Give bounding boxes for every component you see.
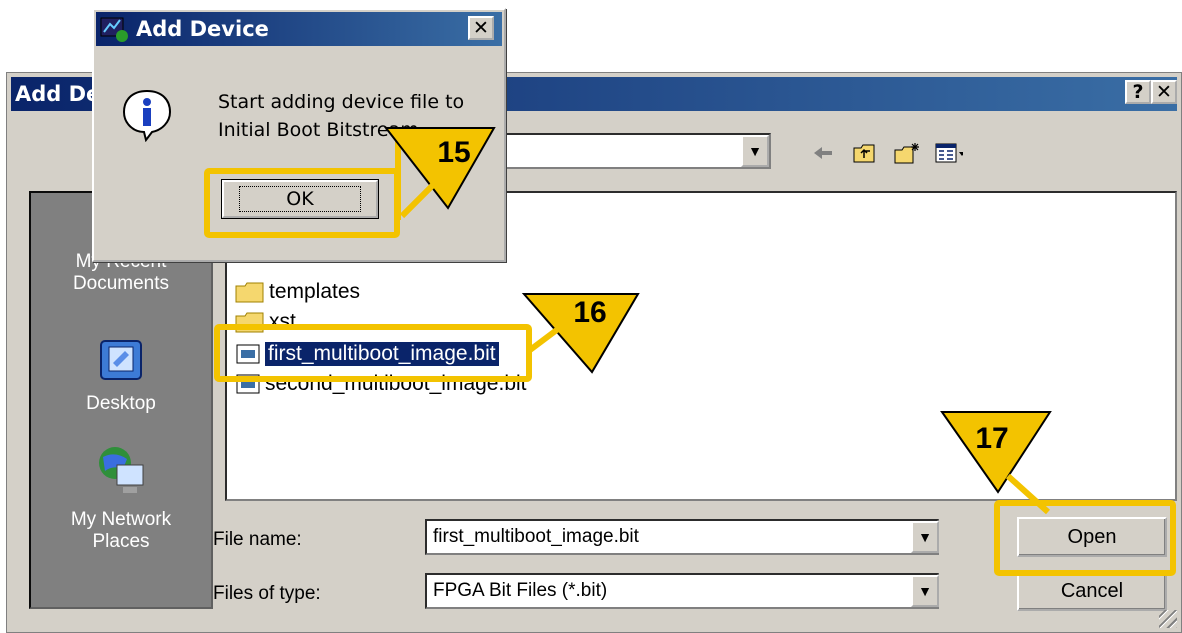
callout-number: 16: [573, 296, 607, 329]
message-box-titlebar: Add Device: [96, 12, 502, 46]
highlight-selected-file: [214, 324, 532, 382]
close-button[interactable]: ✕: [1151, 80, 1177, 104]
look-in-dropdown[interactable]: ▼: [501, 133, 771, 169]
file-name: templates: [269, 280, 361, 303]
place-label-line: Desktop: [86, 393, 156, 414]
cancel-button[interactable]: Cancel: [1017, 571, 1167, 611]
desktop-icon: [100, 340, 142, 380]
folder-icon: [235, 282, 264, 303]
close-button[interactable]: ✕: [468, 16, 494, 40]
file-row-folder[interactable]: templates: [235, 277, 360, 307]
app-icon: [100, 17, 128, 42]
callout-number: 15: [437, 136, 471, 169]
toolbar: [809, 141, 963, 165]
files-of-type-label: Files of type:: [213, 583, 321, 604]
network-places-icon: [99, 447, 144, 493]
resize-grip[interactable]: [1159, 610, 1177, 628]
message-box-title: Add Device: [136, 17, 269, 41]
file-name-input[interactable]: first_multiboot_image.bit: [425, 519, 939, 555]
place-label-line: My Network: [70, 509, 172, 530]
back-icon[interactable]: [809, 141, 837, 165]
view-menu-icon[interactable]: [935, 141, 963, 165]
place-label-line: Places: [92, 531, 150, 552]
up-folder-icon[interactable]: [851, 141, 879, 165]
info-icon: [122, 89, 172, 142]
place-network[interactable]: My Network Places: [31, 443, 211, 553]
message-line: Start adding device file to: [218, 91, 465, 113]
place-label-line: Documents: [72, 273, 170, 294]
highlight-ok-button: [204, 168, 400, 238]
files-of-type-select[interactable]: FPGA Bit Files (*.bit): [425, 573, 939, 609]
chevron-down-icon[interactable]: ▼: [911, 521, 939, 553]
help-button[interactable]: ?: [1125, 80, 1151, 104]
chevron-down-icon[interactable]: ▼: [911, 575, 939, 607]
new-folder-icon[interactable]: [893, 141, 921, 165]
file-name-label: File name:: [213, 529, 302, 550]
callout-number: 17: [975, 422, 1009, 455]
place-desktop[interactable]: Desktop: [31, 333, 211, 415]
chevron-down-icon[interactable]: ▼: [741, 135, 769, 167]
